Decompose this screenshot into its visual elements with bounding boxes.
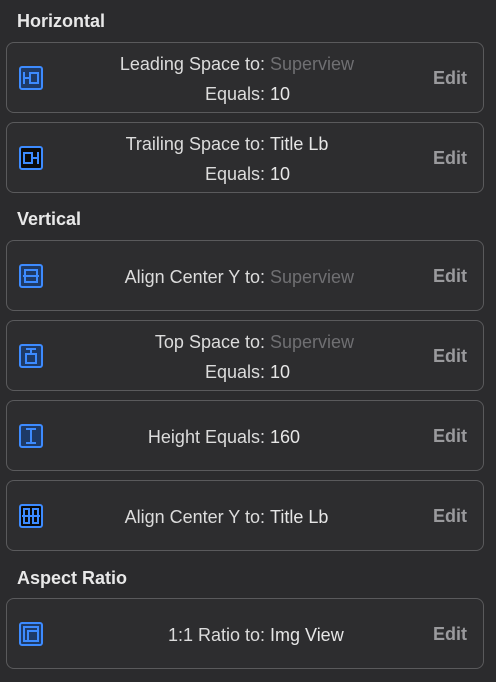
edit-button[interactable]: Edit — [433, 265, 467, 287]
constraint-value: 160 — [270, 427, 301, 447]
constraint-target: Title Lb — [270, 134, 329, 154]
constraint-target: Title Lb — [270, 507, 329, 527]
constraint-target: Superview — [270, 54, 355, 74]
edit-button[interactable]: Edit — [433, 425, 467, 447]
constraint-value: 10 — [270, 362, 291, 382]
constraint-row-top-space[interactable]: Top Space to: Superview Equals: 10 Edit — [6, 320, 484, 391]
section-title-vertical: Vertical — [17, 209, 82, 229]
constraint-row-aspect-ratio[interactable]: 1:1 Ratio to: Img View Edit — [6, 598, 484, 669]
constraint-label: Trailing Space to: — [125, 134, 265, 154]
edit-button[interactable]: Edit — [433, 147, 467, 169]
edit-button[interactable]: Edit — [433, 623, 467, 645]
section-title-aspect-ratio: Aspect Ratio — [17, 568, 128, 588]
constraint-target: Img View — [270, 625, 344, 645]
constraint-row-leading-space[interactable]: Leading Space to: Superview Equals: 10 E… — [6, 42, 484, 113]
section-title-horizontal: Horizontal — [17, 11, 105, 31]
constraint-label: Align Center Y to: — [124, 267, 265, 287]
constraint-label: 1:1 Ratio to: — [167, 625, 265, 645]
constraint-row-align-center-y[interactable]: Align Center Y to: Superview Edit — [6, 240, 484, 311]
constraint-label: Top Space to: — [154, 332, 265, 352]
constraint-label: Align Center Y to: — [124, 507, 265, 527]
constraint-row-align-center-y-title[interactable]: Align Center Y to: Title Lb Edit — [6, 480, 484, 551]
constraint-row-height[interactable]: Height Equals: 160 Edit — [6, 400, 484, 471]
constraint-label: Equals: — [204, 84, 265, 104]
constraint-label: Leading Space to: — [119, 54, 265, 74]
constraint-target: Superview — [270, 267, 355, 287]
constraint-target: Superview — [270, 332, 355, 352]
constraint-row-trailing-space[interactable]: Trailing Space to: Title Lb Equals: 10 E… — [6, 122, 484, 193]
edit-button[interactable]: Edit — [433, 345, 467, 367]
edit-button[interactable]: Edit — [433, 67, 467, 89]
constraint-label: Equals: — [204, 164, 265, 184]
constraint-label: Equals: — [204, 362, 265, 382]
edit-button[interactable]: Edit — [433, 505, 467, 527]
constraint-label: Height Equals: — [147, 427, 265, 447]
constraint-value: 10 — [270, 84, 291, 104]
constraint-value: 10 — [270, 164, 291, 184]
